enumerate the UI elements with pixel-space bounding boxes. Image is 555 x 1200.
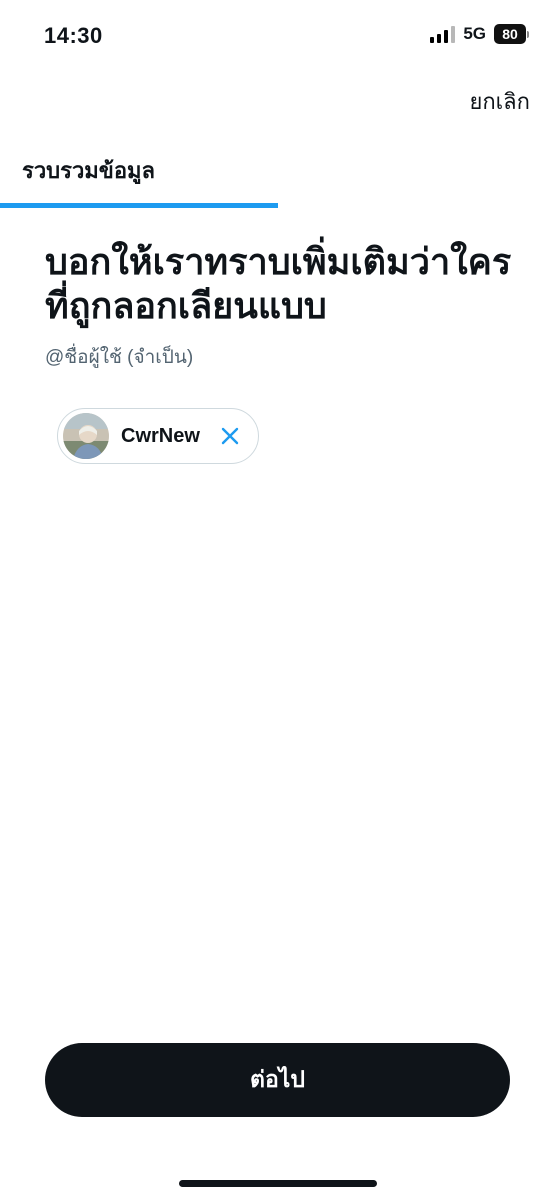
progress-fill — [0, 203, 278, 208]
selected-user-chip[interactable]: CwrNew — [57, 408, 259, 464]
signal-icon — [430, 25, 456, 43]
battery-level: 80 — [494, 24, 526, 44]
network-label: 5G — [463, 24, 486, 43]
progress-bar — [0, 203, 555, 208]
avatar — [63, 413, 109, 459]
status-time: 14:30 — [44, 23, 103, 48]
battery-icon: 80 — [494, 24, 529, 44]
selected-user-name: CwrNew — [121, 424, 200, 447]
step-title: รวบรวมข้อมูล — [22, 158, 156, 183]
status-icons: 5G 80 — [430, 24, 529, 44]
home-indicator — [179, 1180, 377, 1187]
status-bar: 14:30 5G 80 — [0, 0, 555, 70]
page-heading: บอกให้เราทราบเพิ่มเติมว่าใครที่ถูกลอกเลี… — [45, 241, 512, 326]
cancel-button[interactable]: ยกเลิก — [469, 84, 530, 119]
close-icon[interactable] — [220, 426, 240, 446]
next-button[interactable]: ต่อไป — [45, 1043, 510, 1117]
username-hint: @ชื่อผู้ใช้ (จำเป็น) — [45, 347, 194, 368]
